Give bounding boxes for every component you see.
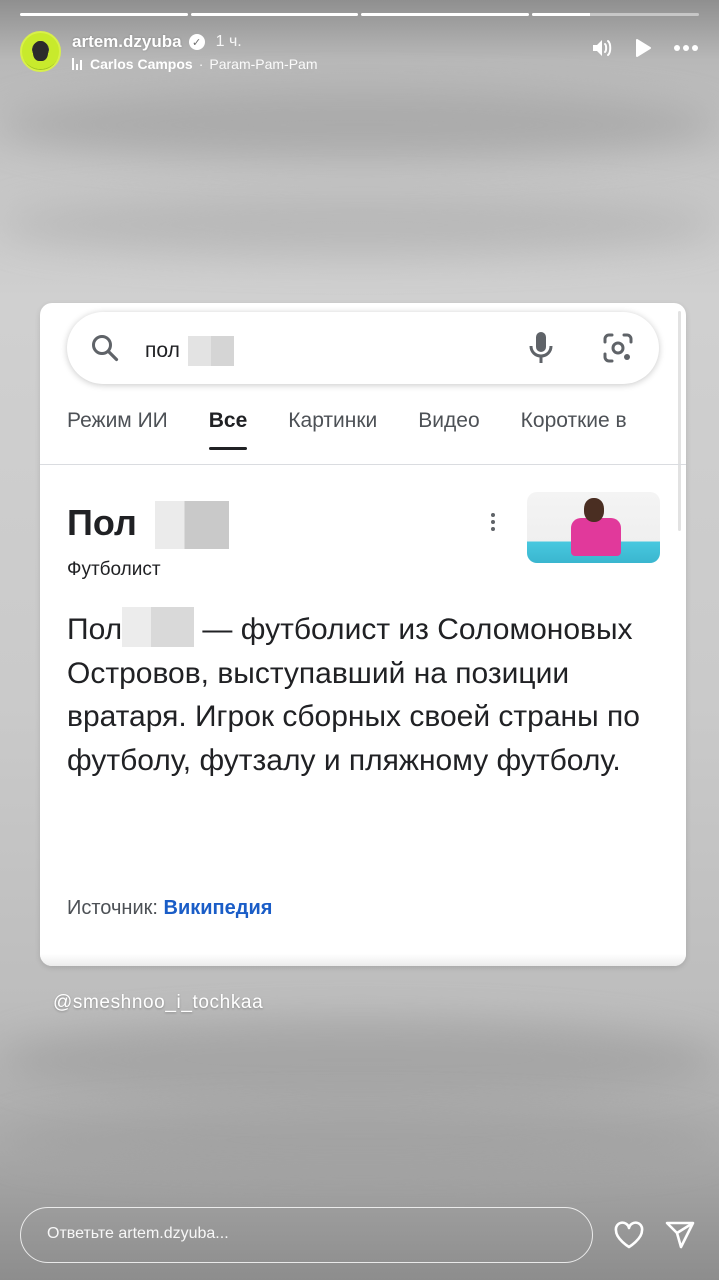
play-icon[interactable] (634, 38, 652, 58)
story-segment (20, 13, 188, 16)
desc-start: Пол (67, 613, 123, 646)
pixelated-censor (154, 501, 229, 549)
search-icon (90, 333, 120, 368)
mic-icon (528, 330, 554, 371)
knowledge-panel-title: Пол (67, 499, 229, 549)
knowledge-panel-source: Источник: Википедия (67, 897, 272, 920)
header-controls (591, 38, 699, 58)
story-segment (531, 13, 699, 16)
knowledge-panel-subtitle: Футболист (67, 559, 161, 580)
reply-input[interactable]: Ответьте artem.dzyuba... (20, 1207, 593, 1263)
background-blur (0, 1110, 719, 1170)
heart-icon[interactable] (613, 1221, 645, 1254)
source-label: Источник: (67, 897, 158, 919)
avatar[interactable] (20, 31, 61, 72)
story-progress (20, 13, 699, 16)
background-blur (0, 1020, 719, 1100)
music-bars-icon (72, 58, 82, 70)
story-segment (190, 13, 358, 16)
tab-all: Все (208, 409, 247, 450)
source-link: Википедия (163, 897, 273, 919)
kebab-menu-icon (491, 513, 497, 531)
pixelated-censor (187, 336, 234, 366)
card-bottom-shadow (40, 954, 686, 966)
search-query: пол (145, 336, 234, 366)
segment-fill (190, 13, 358, 16)
username[interactable]: artem.dzyuba (72, 32, 182, 52)
knowledge-panel-description: Пол — футболист из Соломоновых Островов,… (67, 607, 647, 782)
search-screenshot-card: пол Режим ИИ Все Картинки Видео Короткие… (40, 303, 686, 966)
send-icon[interactable] (664, 1219, 696, 1256)
avatar-face (33, 41, 48, 61)
tab-videos: Видео (418, 409, 480, 432)
tab-shorts: Короткие в (520, 409, 627, 432)
lens-icon (602, 332, 634, 369)
music-separator: · (198, 56, 204, 72)
background-blur (0, 90, 719, 160)
more-icon[interactable] (673, 44, 699, 52)
watermark-handle: @smeshnoo_i_tochkaa (53, 992, 264, 1013)
story-segment (361, 13, 529, 16)
title-text: Пол (67, 502, 137, 543)
tabs-divider (40, 464, 686, 465)
segment-fill (361, 13, 529, 16)
tab-ai-mode: Режим ИИ (67, 409, 168, 432)
background-blur (0, 195, 719, 255)
reply-placeholder: Ответьте artem.dzyuba... (47, 1225, 229, 1242)
thumbnail-head (584, 498, 604, 522)
tab-images: Картинки (288, 409, 378, 432)
music-artist: Carlos Campos (90, 56, 193, 72)
scrollbar (678, 311, 681, 531)
sound-icon[interactable] (591, 38, 613, 58)
player-thumbnail (527, 492, 660, 563)
search-query-text: пол (145, 339, 180, 362)
verified-icon: ✓ (188, 34, 205, 50)
search-tabs: Режим ИИ Все Картинки Видео Короткие в (67, 409, 668, 450)
segment-fill (531, 13, 591, 16)
search-bar: пол (67, 312, 659, 384)
post-time: 1 ч. (215, 33, 242, 50)
music-row[interactable]: Carlos Campos · Param-Pam-Pam (72, 56, 318, 72)
thumbnail-shirt (571, 518, 621, 556)
pixelated-censor (122, 607, 195, 647)
music-title: Param-Pam-Pam (209, 56, 318, 72)
segment-fill (20, 13, 188, 16)
user-row: artem.dzyuba ✓ 1 ч. (72, 31, 242, 53)
